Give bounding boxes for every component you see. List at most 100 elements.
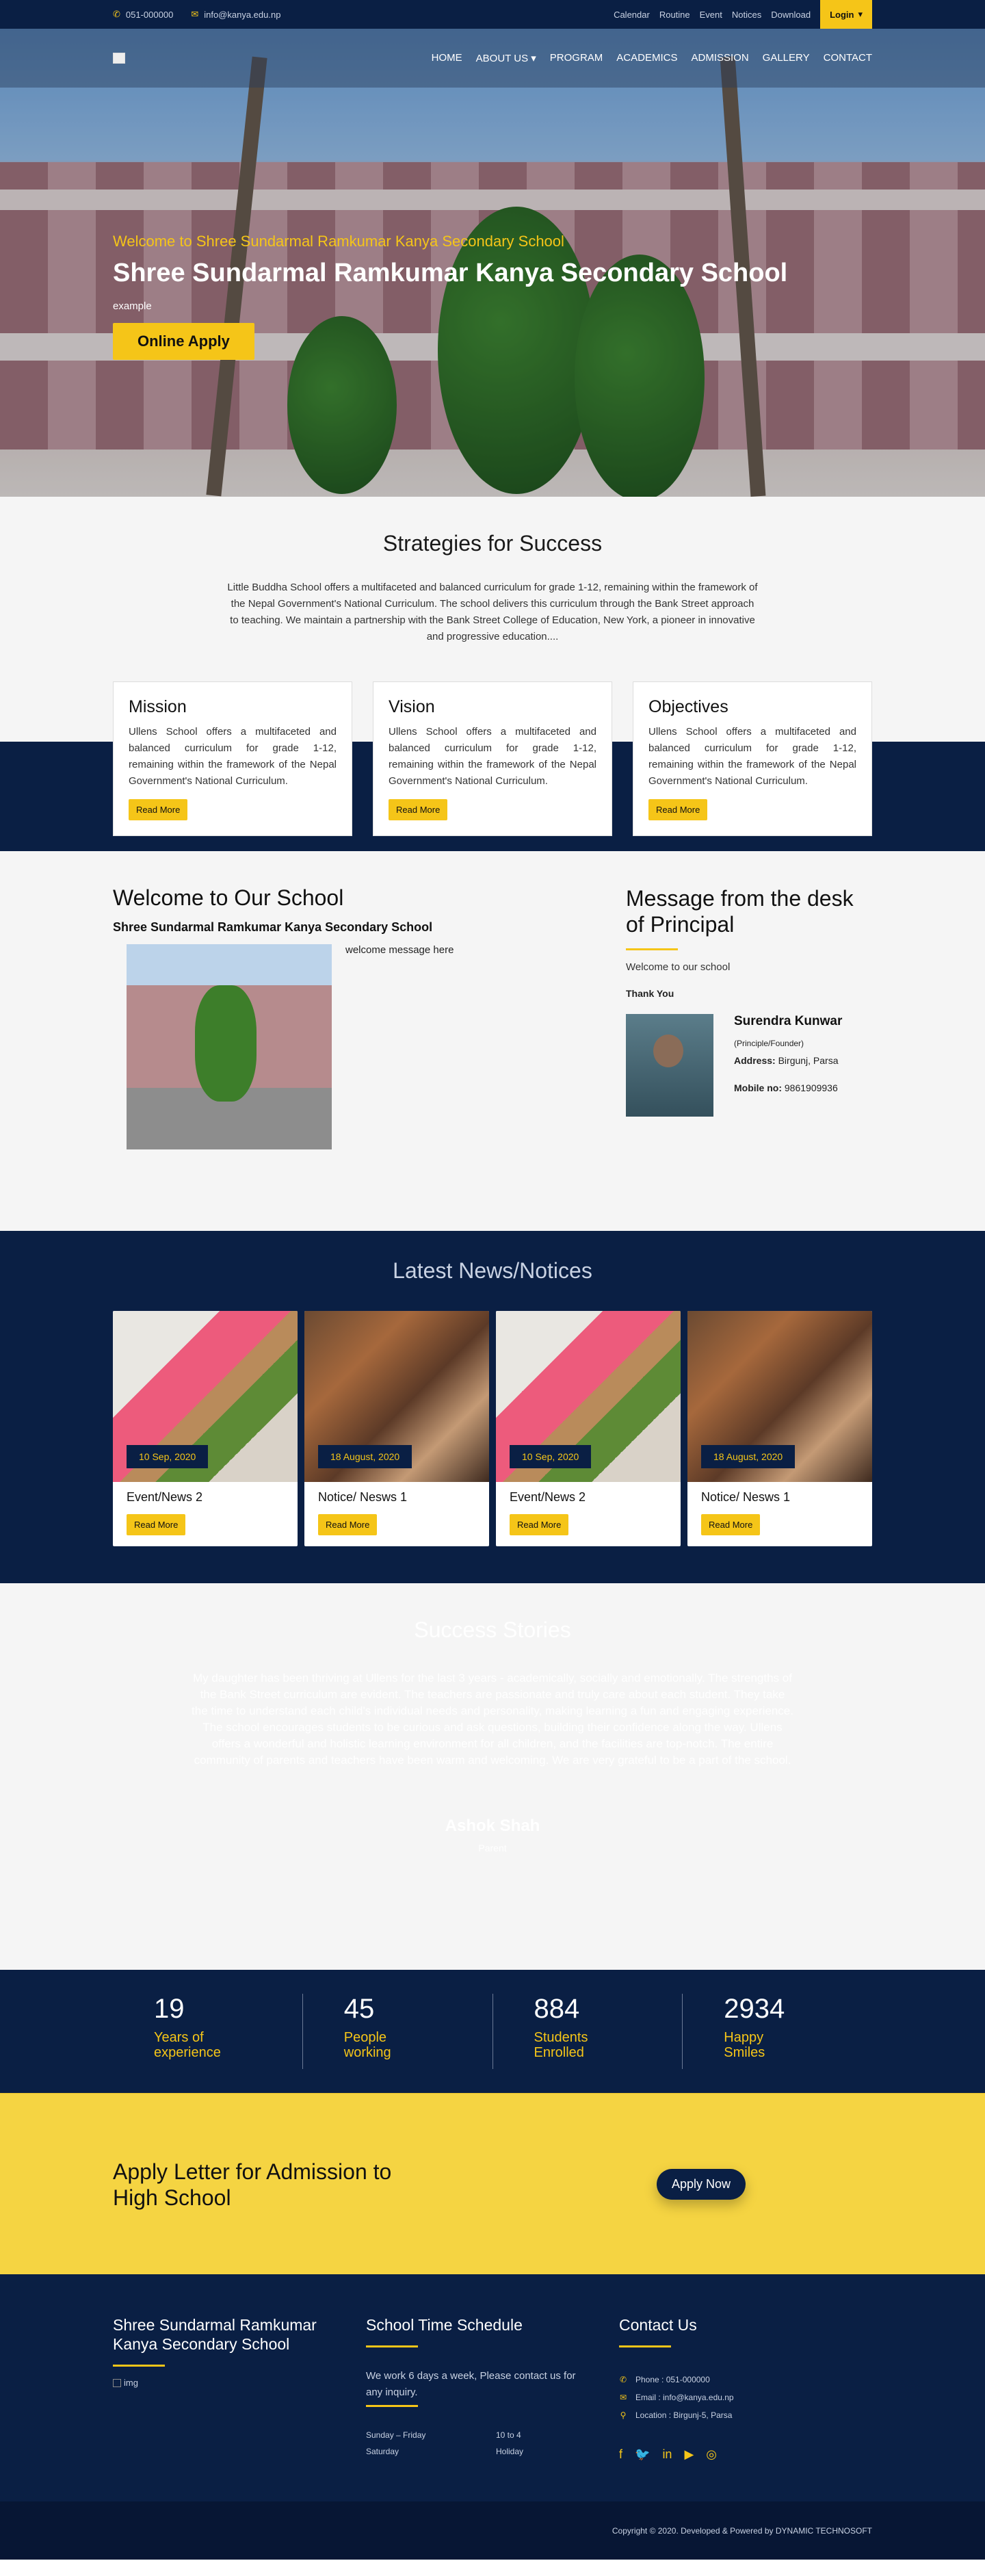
footer-logo: img (113, 2378, 366, 2388)
main-navbar: HOME ABOUT US ▾ PROGRAM ACADEMICS ADMISS… (0, 29, 985, 88)
footer-email[interactable]: ✉ Email : info@kanya.edu.np (619, 2393, 872, 2402)
nav-program[interactable]: PROGRAM (550, 52, 603, 64)
nav-gallery[interactable]: GALLERY (763, 52, 810, 64)
testimonial-role: Parent (478, 1843, 507, 1853)
apply-section: Apply Letter for Admission to High Schoo… (0, 2093, 985, 2274)
news-date: 18 August, 2020 (701, 1445, 796, 1468)
news-title: Notice/ Nesws 1 (701, 1490, 791, 1504)
stat-counter: 45 People working (303, 1994, 493, 2069)
phone-icon: ✆ (113, 9, 120, 19)
school-logo[interactable] (113, 53, 125, 64)
youtube-icon[interactable]: ▶ (684, 2447, 694, 2462)
nav-admission[interactable]: ADMISSION (691, 52, 748, 64)
footer-location[interactable]: ⚲ Location : Birgunj-5, Parsa (619, 2410, 872, 2420)
news-card[interactable]: 18 August, 2020 Notice/ Nesws 1 Read More (687, 1311, 872, 1546)
topbar-link-calendar[interactable]: Calendar (614, 10, 650, 20)
strategies-text: Little Buddha School offers a multifacet… (227, 582, 758, 642)
footer: Shree Sundarmal Ramkumar Kanya Secondary… (0, 2274, 985, 2501)
section-title: Latest News/Notices (393, 1258, 592, 1283)
news-date: 10 Sep, 2020 (127, 1445, 209, 1468)
facebook-icon[interactable]: f (619, 2447, 622, 2462)
social-links: f 🐦 in ▶ ◎ (619, 2447, 872, 2462)
read-more-button[interactable]: Read More (129, 799, 188, 820)
twitter-icon[interactable]: 🐦 (635, 2447, 650, 2462)
copyright-text: Copyright © 2020. Developed & Powered by… (612, 2525, 872, 2536)
envelope-icon: ✉ (191, 9, 199, 19)
mission-card: Mission Ullens School offers a multiface… (113, 681, 352, 836)
welcome-title: Welcome to Our School (113, 885, 344, 910)
section-title: Strategies for Success (382, 531, 603, 556)
news-title: Event/News 2 (510, 1490, 586, 1504)
nav-academics[interactable]: ACADEMICS (616, 52, 677, 64)
hero-section: HOME ABOUT US ▾ PROGRAM ACADEMICS ADMISS… (0, 29, 985, 497)
principal-position: (Principle/Founder) (734, 1039, 804, 1048)
divider (626, 948, 678, 950)
instagram-icon[interactable]: ◎ (706, 2447, 717, 2462)
news-image: 10 Sep, 2020 (496, 1311, 681, 1482)
caret-down-icon: ▾ (858, 9, 863, 19)
divider (366, 2345, 418, 2347)
welcome-message: welcome message here (345, 944, 454, 956)
section-title: Success Stories (414, 1617, 571, 1642)
stat-counter: 2934 Happy Smiles (724, 1994, 785, 2060)
nav-about-us[interactable]: ABOUT US ▾ (476, 52, 536, 64)
hero-caption: example (113, 300, 152, 312)
principal-name: Surendra Kunwar (734, 1014, 843, 1028)
apply-title: Apply Letter for Admission to High Schoo… (113, 2159, 392, 2210)
principal-mobile: Mobile no: 9861909936 (734, 1082, 838, 1093)
principal-photo (626, 1014, 713, 1117)
linkedin-icon[interactable]: in (662, 2447, 672, 2462)
news-section: Latest News/Notices 10 Sep, 2020 Event/N… (0, 1231, 985, 1583)
divider (366, 2405, 418, 2407)
hero-title: Shree Sundarmal Ramkumar Kanya Secondary… (113, 259, 788, 287)
nav-contact[interactable]: CONTACT (824, 52, 872, 64)
read-more-button[interactable]: Read More (127, 1514, 186, 1535)
success-stories-section: Success Stories My daughter has been thr… (0, 1583, 985, 1970)
news-title: Notice/ Nesws 1 (318, 1490, 408, 1504)
cards-band: Mission Ullens School offers a multiface… (0, 681, 985, 851)
news-card[interactable]: 10 Sep, 2020 Event/News 2 Read More (496, 1311, 681, 1546)
news-image: 18 August, 2020 (687, 1311, 872, 1482)
news-card[interactable]: 10 Sep, 2020 Event/News 2 Read More (113, 1311, 298, 1546)
caret-down-icon: ▾ (531, 53, 536, 64)
testimonial-name: Ashok Shah (445, 1817, 540, 1835)
read-more-button[interactable]: Read More (318, 1514, 378, 1535)
testimonial-text: My daughter has been thriving at Ullens … (192, 1671, 793, 1767)
copyright-bar: Copyright © 2020. Developed & Powered by… (0, 2501, 985, 2560)
news-title: Event/News 2 (127, 1490, 203, 1504)
schedule-text: We work 6 days a week, Please contact us… (366, 2370, 576, 2398)
topbar-phone[interactable]: ✆ 051-000000 (113, 9, 173, 20)
footer-phone[interactable]: ✆ Phone : 051-000000 (619, 2375, 872, 2384)
topbar-link-download[interactable]: Download (771, 10, 811, 20)
news-image: 10 Sep, 2020 (113, 1311, 298, 1482)
online-apply-button[interactable]: Online Apply (113, 323, 254, 360)
topbar-link-routine[interactable]: Routine (659, 10, 690, 20)
principal-message: Message from the desk of Principal Welco… (626, 885, 872, 1149)
hero-subtitle: Welcome to Shree Sundarmal Ramkumar Kany… (113, 233, 564, 250)
schedule-table: Sunday – Friday 10 to 4 Saturday Holiday (366, 2430, 524, 2456)
news-date: 18 August, 2020 (318, 1445, 412, 1468)
topbar-link-event[interactable]: Event (700, 10, 722, 20)
apply-now-button[interactable]: Apply Now (656, 2169, 746, 2200)
stat-counter: 19 Years of experience (113, 1994, 303, 2069)
welcome-section: Welcome to Our School Shree Sundarmal Ra… (0, 851, 985, 1231)
footer-school-name: Shree Sundarmal Ramkumar Kanya Secondary… (113, 2316, 317, 2353)
envelope-icon: ✉ (619, 2393, 627, 2402)
map-marker-icon: ⚲ (620, 2410, 627, 2420)
read-more-button[interactable]: Read More (510, 1514, 569, 1535)
news-card[interactable]: 18 August, 2020 Notice/ Nesws 1 Read More (304, 1311, 489, 1546)
nav-home[interactable]: HOME (432, 52, 462, 64)
schedule-title: School Time Schedule (366, 2316, 523, 2334)
topbar-link-notices[interactable]: Notices (732, 10, 761, 20)
principal-address: Address: Birgunj, Parsa (734, 1055, 839, 1066)
read-more-button[interactable]: Read More (648, 799, 708, 820)
read-more-button[interactable]: Read More (701, 1514, 761, 1535)
topbar-email[interactable]: ✉ info@kanya.edu.np (191, 9, 280, 20)
news-image: 18 August, 2020 (304, 1311, 489, 1482)
read-more-button[interactable]: Read More (389, 799, 448, 820)
vision-card: Vision Ullens School offers a multifacet… (373, 681, 612, 836)
stats-section: 19 Years of experience 45 People working 8… (0, 1970, 985, 2093)
login-dropdown[interactable]: Login ▾ (820, 0, 872, 29)
phone-icon: ✆ (619, 2375, 627, 2384)
stat-counter: 884 Students Enrolled (493, 1994, 683, 2069)
